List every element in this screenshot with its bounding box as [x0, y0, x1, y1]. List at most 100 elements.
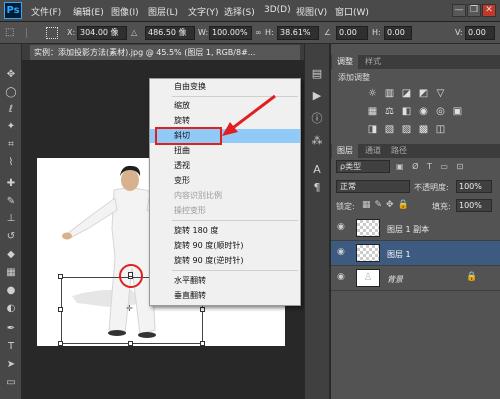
lock-options-icons[interactable]: ▦✎✥🔒 [362, 200, 413, 210]
pen-tool-icon[interactable]: ✒ [3, 322, 19, 336]
ctx-distort[interactable]: 扭曲 [150, 144, 300, 158]
delta-icon[interactable]: △ [131, 28, 137, 37]
curves-icon[interactable]: ◪ [400, 88, 413, 100]
photo-filter-icon[interactable]: ◉ [417, 106, 430, 118]
tab-layers[interactable]: 图层 [332, 144, 358, 158]
color-lookup-icon[interactable]: ▣ [451, 106, 464, 118]
shape-tool-icon[interactable]: ▭ [3, 376, 19, 390]
eye-icon[interactable]: ◉ [337, 247, 345, 257]
layer-name[interactable]: 图层 1 [387, 249, 411, 260]
lasso-tool-icon[interactable]: ℓ [3, 103, 19, 117]
brush-tool-icon[interactable]: ✎ [3, 195, 19, 209]
marquee-tool-icon[interactable]: ◯ [3, 86, 19, 100]
actions-panel-icon[interactable]: ▶ [308, 88, 326, 104]
menu-edit[interactable]: 编辑(E) [73, 5, 104, 18]
transform-handle[interactable] [200, 341, 205, 346]
vskew-label: V: [455, 28, 463, 37]
blur-tool-icon[interactable]: ● [3, 284, 19, 298]
reference-point-icon[interactable] [46, 27, 58, 39]
w-input[interactable]: 100.00% [209, 26, 252, 40]
eraser-tool-icon[interactable]: ◆ [3, 248, 19, 262]
menu-window[interactable]: 窗口(W) [335, 5, 369, 18]
menu-image[interactable]: 图像(I) [111, 5, 139, 18]
menu-layer[interactable]: 图层(L) [148, 5, 178, 18]
move-tool-icon[interactable]: ✥ [3, 68, 19, 82]
lock-label: 锁定: [336, 202, 355, 211]
close-button[interactable]: ✕ [482, 4, 496, 17]
tab-styles[interactable]: 样式 [360, 55, 386, 69]
healing-tool-icon[interactable]: ✚ [3, 177, 19, 191]
ctx-rotate-180[interactable]: 旋转 180 度 [150, 224, 300, 238]
type-tool-icon[interactable]: T [3, 340, 19, 354]
transform-handle[interactable] [58, 341, 63, 346]
eye-icon[interactable]: ◉ [337, 222, 345, 232]
layer-name[interactable]: 背景 [387, 274, 403, 285]
transform-handle[interactable] [128, 341, 133, 346]
posterize-icon[interactable]: ▧ [383, 124, 396, 136]
transform-handle[interactable] [58, 274, 63, 279]
angle-icon: ∠ [324, 28, 332, 37]
levels-icon[interactable]: ▥ [383, 88, 396, 100]
ctx-flip-vertical[interactable]: 垂直翻转 [150, 289, 300, 303]
selective-color-icon[interactable]: ◫ [434, 124, 447, 136]
threshold-icon[interactable]: ▨ [400, 124, 413, 136]
info-panel-icon[interactable]: ⓘ [308, 111, 326, 127]
paragraph-panel-icon[interactable]: ¶ [308, 180, 326, 196]
transform-handle[interactable] [58, 307, 63, 312]
ctx-perspective[interactable]: 透视 [150, 159, 300, 173]
magic-wand-tool-icon[interactable]: ✦ [3, 120, 19, 134]
transform-center-icon[interactable]: ✛ [126, 305, 134, 313]
stamp-tool-icon[interactable]: ⊥ [3, 212, 19, 226]
gradient-map-icon[interactable]: ▩ [417, 124, 430, 136]
channel-mixer-icon[interactable]: ◎ [434, 106, 447, 118]
menu-view[interactable]: 视图(V) [296, 5, 327, 18]
history-panel-icon[interactable]: ▤ [308, 66, 326, 82]
reference-point-handle[interactable] [128, 272, 133, 277]
layer-name[interactable]: 图层 1 副本 [387, 224, 429, 235]
crop-tool-icon[interactable]: ⌗ [3, 138, 19, 152]
brightness-icon[interactable]: ☼ [366, 88, 379, 100]
history-brush-tool-icon[interactable]: ↺ [3, 230, 19, 244]
blend-mode-select[interactable]: 正常 [336, 180, 410, 193]
eye-icon[interactable]: ◉ [337, 272, 345, 282]
eyedropper-tool-icon[interactable]: ⌇ [3, 156, 19, 170]
vibrance-icon[interactable]: ▽ [434, 88, 447, 100]
menu-3d[interactable]: 3D(D) [264, 5, 291, 15]
document-tab[interactable]: 实例：添加投影方法(素材).jpg @ 45.5% (图层 1, RGB/8#.… [30, 45, 300, 60]
layer-filter-select[interactable]: ρ类型 [336, 160, 390, 173]
menu-select[interactable]: 选择(S) [224, 5, 255, 18]
tab-paths[interactable]: 路径 [386, 144, 412, 158]
dodge-tool-icon[interactable]: ◐ [3, 302, 19, 316]
link-icon[interactable]: ∞ [255, 28, 262, 37]
invert-icon[interactable]: ◨ [366, 124, 379, 136]
lock-icon: 🔒 [466, 272, 478, 282]
x-input[interactable]: 304.00 像 [77, 26, 127, 40]
hskew-input[interactable]: 0.00 [384, 26, 412, 40]
gradient-tool-icon[interactable]: ▦ [3, 266, 19, 280]
vskew-input[interactable]: 0.00 [465, 26, 495, 40]
exposure-icon[interactable]: ◩ [417, 88, 430, 100]
menu-file[interactable]: 文件(F) [31, 5, 61, 18]
layer-filter-icons[interactable]: ▣ Ø T ▭ ⊡ [396, 161, 482, 172]
menu-type[interactable]: 文字(Y) [188, 5, 219, 18]
opacity-input[interactable]: 100% [456, 180, 492, 193]
brush-presets-panel-icon[interactable]: ⁂ [308, 133, 326, 149]
h-input[interactable]: 38.61% [277, 26, 319, 40]
ctx-flip-horizontal[interactable]: 水平翻转 [150, 274, 300, 288]
character-panel-icon[interactable]: A [308, 162, 326, 178]
path-selection-tool-icon[interactable]: ➤ [3, 358, 19, 372]
ctx-rotate-90-cw[interactable]: 旋转 90 度(顺时针) [150, 239, 300, 253]
angle-input[interactable]: 0.00 [336, 26, 368, 40]
color-balance-icon[interactable]: ⚖ [383, 106, 396, 118]
y-input[interactable]: 486.50 像 [145, 26, 195, 40]
restore-button[interactable]: ❐ [467, 4, 481, 17]
ctx-warp[interactable]: 变形 [150, 174, 300, 188]
black-white-icon[interactable]: ◧ [400, 106, 413, 118]
tab-adjustments[interactable]: 调整 [332, 55, 358, 69]
hue-saturation-icon[interactable]: ▦ [366, 106, 379, 118]
transform-handle[interactable] [200, 307, 205, 312]
fill-input[interactable]: 100% [456, 199, 492, 212]
tab-channels[interactable]: 通道 [360, 144, 386, 158]
minimize-button[interactable]: — [452, 4, 466, 17]
ctx-rotate-90-ccw[interactable]: 旋转 90 度(逆时针) [150, 254, 300, 268]
